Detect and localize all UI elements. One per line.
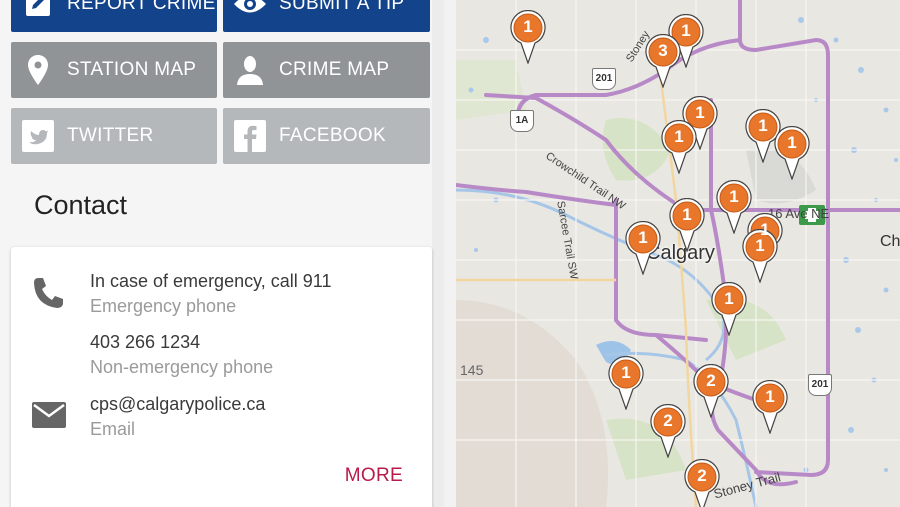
station-map-label: STATION MAP <box>67 59 197 80</box>
crime-pin[interactable]: 1 <box>509 10 547 64</box>
crime-pin[interactable]: 2 <box>683 459 721 507</box>
crime-map-button[interactable]: CRIME MAP <box>223 42 430 98</box>
crime-map[interactable]: Crowchild Trail NW Sarcee Trail SW Stone… <box>456 0 900 507</box>
edit-icon <box>11 0 65 32</box>
crime-pin[interactable]: 2 <box>649 404 687 458</box>
facebook-icon <box>223 108 277 164</box>
crime-pin[interactable]: 1 <box>668 198 706 252</box>
eye-icon <box>223 0 277 32</box>
report-crime-button[interactable]: REPORT CRIME <box>11 0 217 32</box>
email-primary[interactable]: cps@calgarypolice.ca <box>90 394 265 415</box>
person-icon <box>223 42 277 98</box>
email-icon <box>31 401 67 434</box>
highway-1a-shield: 1A <box>510 110 534 132</box>
crime-map-label: CRIME MAP <box>279 59 390 80</box>
edge-town-label: Ch <box>880 233 900 250</box>
phone-icon <box>31 275 67 316</box>
highway-201-shield-east: 201 <box>808 374 832 396</box>
facebook-label: FACEBOOK <box>279 125 386 146</box>
twitter-icon <box>11 108 65 164</box>
contact-heading: Contact <box>34 190 128 220</box>
crime-pin[interactable]: 1 <box>741 229 779 283</box>
crime-pin[interactable]: 1 <box>607 356 645 410</box>
location-pin-icon <box>11 42 65 98</box>
facebook-button[interactable]: FACEBOOK <box>223 108 430 164</box>
highway-201-shield: 201 <box>592 68 616 90</box>
station-map-button[interactable]: STATION MAP <box>11 42 217 98</box>
contact-card: In case of emergency, call 911 Emergency… <box>11 247 432 507</box>
crime-pin[interactable]: 3 <box>644 34 682 88</box>
crime-pin[interactable]: 2 <box>692 364 730 418</box>
crime-pin[interactable]: 1 <box>773 126 811 180</box>
non-emergency-phone-secondary: Non-emergency phone <box>90 357 274 377</box>
crime-pin[interactable]: 1 <box>751 380 789 434</box>
twitter-button[interactable]: TWITTER <box>11 108 217 164</box>
crime-pin[interactable]: 1 <box>624 221 662 275</box>
crime-pin[interactable]: 1 <box>710 282 748 336</box>
submit-tip-button[interactable]: SUBMIT A TIP <box>223 0 430 32</box>
emergency-phone-secondary: Emergency phone <box>90 296 237 316</box>
report-crime-label: REPORT CRIME <box>67 0 216 14</box>
elevation-label: 145 <box>460 362 484 378</box>
crime-pin[interactable]: 1 <box>660 120 698 174</box>
email-secondary: Email <box>90 419 136 439</box>
more-link[interactable]: MORE <box>345 465 403 487</box>
sidebar-panel: REPORT CRIME SUBMIT A TIP STATION MAP CR… <box>0 0 444 507</box>
submit-tip-label: SUBMIT A TIP <box>279 0 405 14</box>
emergency-phone-primary[interactable]: In case of emergency, call 911 <box>90 271 331 292</box>
twitter-label: TWITTER <box>67 125 154 146</box>
non-emergency-phone-primary[interactable]: 403 266 1234 <box>90 332 200 353</box>
